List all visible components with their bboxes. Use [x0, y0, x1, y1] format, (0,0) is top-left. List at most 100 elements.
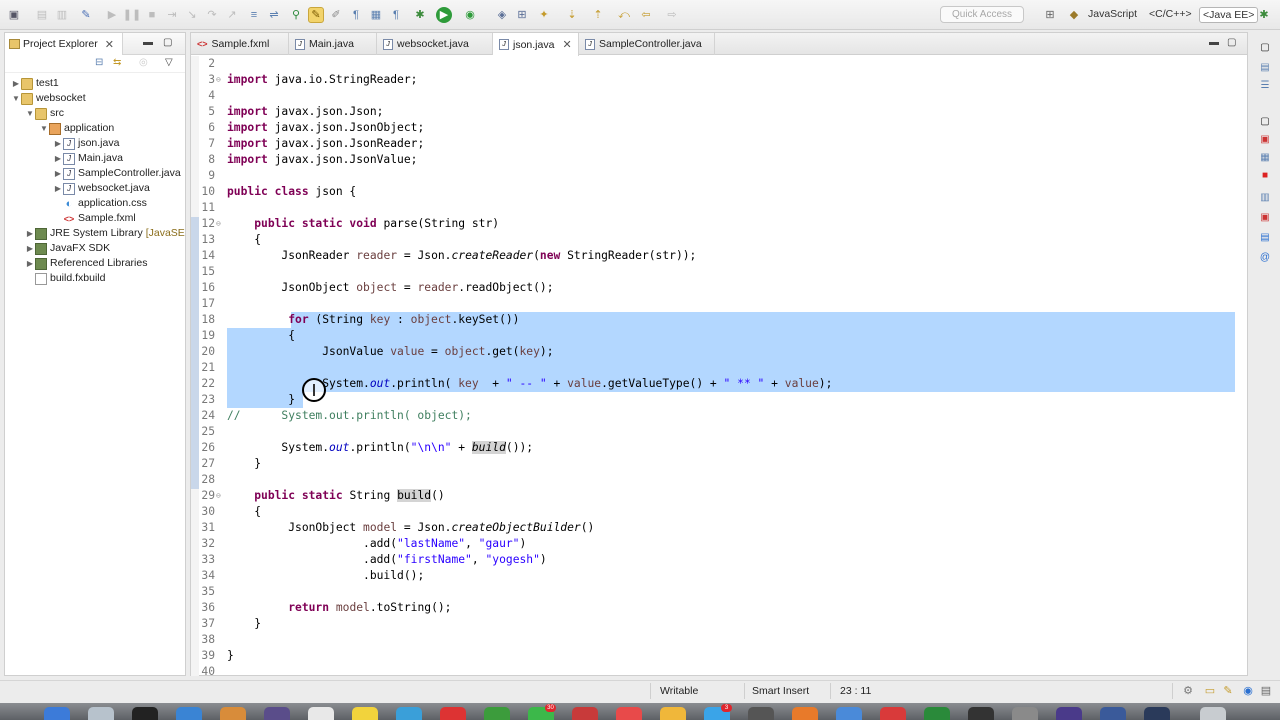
step-return-icon[interactable]: ↗: [224, 7, 240, 23]
tree-item-build-fxbuild[interactable]: build.fxbuild: [35, 271, 105, 286]
run-icon[interactable]: ▶: [436, 7, 452, 23]
tree-item-referenced-libraries[interactable]: ▶ Referenced Libraries: [25, 256, 147, 271]
eclipse-icon[interactable]: [220, 707, 246, 720]
tree-item-test1[interactable]: ▶ test1: [11, 76, 59, 91]
notes-icon[interactable]: [352, 707, 378, 720]
launchpad-icon[interactable]: [88, 707, 114, 720]
perspective-javascript[interactable]: JavaScript: [1088, 8, 1137, 20]
show-whitespace-icon[interactable]: ¶: [348, 7, 364, 23]
data-source-explorer-icon[interactable]: ▥: [1259, 192, 1271, 204]
disconnect-icon[interactable]: ⇥: [164, 7, 180, 23]
tab-main-java[interactable]: J Main.java: [289, 33, 377, 55]
quick-access-input[interactable]: Quick Access: [940, 6, 1024, 23]
tab-json-java[interactable]: Jjson.java ✕: [493, 33, 579, 56]
step-over-icon[interactable]: ↷: [204, 7, 220, 23]
firefox-icon[interactable]: [792, 707, 818, 720]
debug-icon[interactable]: ✱: [412, 7, 428, 23]
tree-item-samplecontroller-java[interactable]: ▶ J SampleController.java: [53, 166, 181, 181]
facetime-icon[interactable]: [484, 707, 510, 720]
perspective-java-ee[interactable]: <Java EE>: [1199, 7, 1259, 23]
app-icon[interactable]: [968, 707, 994, 720]
close-tab-icon[interactable]: ✕: [562, 38, 571, 51]
markers-view-icon[interactable]: ▣: [1259, 134, 1271, 146]
close-icon[interactable]: ✕: [105, 38, 114, 51]
paragraph-icon[interactable]: ¶: [388, 7, 404, 23]
tree-item-main-java[interactable]: ▶ J Main.java: [53, 151, 123, 166]
link-with-editor-icon[interactable]: ⇆: [113, 57, 121, 68]
snippets-view-icon[interactable]: ▣: [1259, 212, 1271, 224]
project-explorer-tab[interactable]: Project Explorer ✕: [5, 33, 123, 55]
new-wizard-icon[interactable]: ▣: [6, 7, 22, 23]
expand-icon[interactable]: ▶: [53, 151, 63, 166]
app-icon[interactable]: [264, 707, 290, 720]
javadoc-view-icon[interactable]: @: [1259, 252, 1271, 264]
terminate-icon[interactable]: ■: [144, 7, 160, 23]
textedit-icon[interactable]: [308, 707, 334, 720]
tab-sample-fxml[interactable]: <> Sample.fxml: [191, 33, 289, 55]
tab-websocket-java[interactable]: Jwebsocket.java: [377, 33, 493, 55]
open-perspective-button-icon[interactable]: ⊞: [1042, 7, 1058, 23]
tree-item-websocket[interactable]: ▼ websocket: [11, 91, 86, 106]
task-list-icon[interactable]: ☰: [1259, 80, 1271, 92]
new-class-icon[interactable]: ✦: [536, 7, 552, 23]
app-icon[interactable]: [1144, 707, 1170, 720]
app-icon[interactable]: [880, 707, 906, 720]
focus-icon[interactable]: ◎: [139, 57, 148, 68]
perspective-cpp[interactable]: <C/C++>: [1149, 8, 1192, 20]
terminal-icon[interactable]: [132, 707, 158, 720]
restore-icon[interactable]: ▢: [1259, 42, 1271, 54]
save-icon[interactable]: ▤: [34, 7, 50, 23]
photos-icon[interactable]: [660, 707, 686, 720]
properties-view-icon[interactable]: ▦: [1259, 152, 1271, 164]
info-icon[interactable]: ◉: [1240, 683, 1256, 699]
toggle-block-selection-icon[interactable]: ≡: [246, 7, 262, 23]
back-icon[interactable]: ⇦: [638, 7, 654, 23]
collapse-all-icon[interactable]: ⊟: [95, 57, 103, 68]
mark-occurrences-icon[interactable]: ✎: [308, 7, 324, 23]
minimize-icon[interactable]: ▬: [1209, 37, 1219, 48]
tree-item-javafx-sdk[interactable]: ▶ JavaFX SDK: [25, 241, 110, 256]
collapse-icon[interactable]: ▼: [11, 91, 21, 106]
new-package-icon[interactable]: ⊞: [514, 7, 530, 23]
expand-icon[interactable]: ▶: [25, 226, 35, 241]
app-icon[interactable]: [616, 707, 642, 720]
finder-icon[interactable]: [44, 707, 70, 720]
expand-icon[interactable]: ▶: [53, 166, 63, 181]
expand-icon[interactable]: ▶: [25, 256, 35, 271]
console-view-icon[interactable]: ▤: [1259, 232, 1271, 244]
messages-icon[interactable]: 30: [528, 704, 556, 720]
last-edit-location-icon[interactable]: ⤺: [616, 7, 632, 23]
mail-icon[interactable]: [396, 707, 422, 720]
app-icon[interactable]: [440, 707, 466, 720]
calendar-icon[interactable]: [572, 707, 598, 720]
step-into-icon[interactable]: ↘: [184, 7, 200, 23]
maximize-icon[interactable]: ▢: [163, 37, 172, 48]
restore-icon[interactable]: ▢: [1259, 116, 1271, 128]
next-annotation-icon[interactable]: ⇣: [564, 7, 580, 23]
expand-icon[interactable]: ▶: [11, 76, 21, 91]
expand-icon[interactable]: ▶: [53, 136, 63, 151]
tree-item-src[interactable]: ▼ src: [25, 106, 64, 121]
code-editor[interactable]: 2 3 ⊖ import java.io.StringReader; 4 5 impo…: [191, 56, 1247, 676]
chrome-icon[interactable]: [836, 707, 862, 720]
view-menu-icon[interactable]: ▽: [165, 57, 173, 68]
skip-breakpoints-icon[interactable]: ✎: [78, 7, 94, 23]
open-perspective-icon[interactable]: ⚲: [288, 7, 304, 23]
tab-samplecontroller-java[interactable]: J SampleController.java: [579, 33, 715, 55]
debug-perspective-icon[interactable]: ✱: [1256, 7, 1272, 23]
app-icon[interactable]: [748, 707, 774, 720]
app-icon[interactable]: [1056, 707, 1082, 720]
expand-icon[interactable]: ▶: [25, 241, 35, 256]
progress-icon[interactable]: ▤: [1258, 683, 1274, 699]
tree-item-application[interactable]: ▼ application: [39, 121, 114, 136]
app-store-icon[interactable]: 3: [704, 704, 732, 720]
new-java-project-icon[interactable]: ◈: [494, 7, 510, 23]
collapse-icon[interactable]: ▼: [25, 106, 35, 121]
edit-icon[interactable]: ✎: [1220, 683, 1236, 699]
minimize-icon[interactable]: ▬: [143, 37, 153, 48]
trash-icon[interactable]: [1200, 707, 1226, 720]
run-coverage-icon[interactable]: ◉: [462, 7, 478, 23]
previous-annotation-icon[interactable]: ⇡: [590, 7, 606, 23]
app-icon[interactable]: [1012, 707, 1038, 720]
tree-item-websocket-java[interactable]: ▶ Jwebsocket.java: [53, 181, 150, 196]
